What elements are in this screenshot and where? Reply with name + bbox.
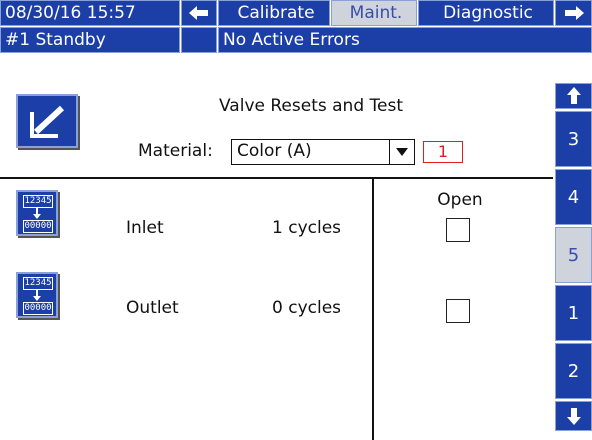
side-tab-5-label: 5 [567,244,580,266]
status-spacer [181,27,217,53]
tab-calibrate[interactable]: Calibrate [218,0,330,26]
material-select[interactable]: Color (A) [231,139,415,165]
tab-diagnostic[interactable]: Diagnostic [418,0,554,26]
side-tab-5[interactable]: 5 [555,227,592,283]
system-status-text: #1 Standby [5,30,106,50]
tab-maint[interactable]: Maint. [331,0,417,26]
datetime-text: 08/30/16 15:57 [5,3,136,23]
arrow-down-icon [566,408,581,425]
reset-counter-top: 12345 [23,277,53,290]
table-top-divider [0,177,553,179]
error-status: No Active Errors [218,27,592,53]
tab-maint-label: Maint. [349,3,403,23]
reset-counter-top: 12345 [23,195,53,208]
tab-diagnostic-label: Diagnostic [443,3,533,23]
side-tab-3[interactable]: 3 [555,111,592,167]
reset-inlet-button[interactable]: 12345 00000 [16,190,58,236]
reset-outlet-button[interactable]: 12345 00000 [16,272,58,318]
dropdown-button[interactable] [389,140,414,164]
open-checkbox-inlet[interactable] [446,218,470,242]
triangle-down-icon [396,148,408,156]
material-number-badge: 1 [423,141,463,163]
valve-name-outlet: Outlet [126,298,179,318]
side-tab-1-label: 1 [567,302,580,324]
side-tab-1[interactable]: 1 [555,285,592,341]
panel-title: Valve Resets and Test [219,96,403,116]
valve-cycles-inlet: 1 cycles [272,218,342,238]
open-checkbox-outlet[interactable] [446,299,470,323]
arrow-down-icon [33,290,41,301]
side-tab-2[interactable]: 2 [555,343,592,399]
arrow-up-icon [566,87,581,104]
arrow-right-icon [564,6,584,20]
system-status: #1 Standby [0,27,180,53]
valve-cycles-outlet: 0 cycles [272,298,342,318]
edit-button[interactable] [16,94,78,148]
error-status-text: No Active Errors [223,30,360,50]
reset-counter-bottom: 00000 [23,220,53,233]
edit-icon [30,105,65,138]
side-tab-4[interactable]: 4 [555,169,592,225]
tab-next-button[interactable] [555,0,592,26]
reset-counter-bottom: 00000 [23,302,53,315]
material-select-value: Color (A) [237,141,312,161]
tab-prev-button[interactable] [181,0,217,26]
table-column-divider [372,179,374,440]
side-tab-3-label: 3 [567,128,580,150]
side-tab-4-label: 4 [567,186,580,208]
material-label: Material: [138,141,213,161]
arrow-left-icon [189,6,208,20]
valve-name-inlet: Inlet [126,218,164,238]
datetime-display: 08/30/16 15:57 [0,0,180,26]
side-tab-2-label: 2 [567,360,580,382]
tab-calibrate-label: Calibrate [237,3,315,23]
scroll-up-button[interactable] [555,83,592,109]
scroll-down-button[interactable] [555,401,592,431]
open-column-header: Open [437,190,483,210]
arrow-down-icon [33,208,41,219]
